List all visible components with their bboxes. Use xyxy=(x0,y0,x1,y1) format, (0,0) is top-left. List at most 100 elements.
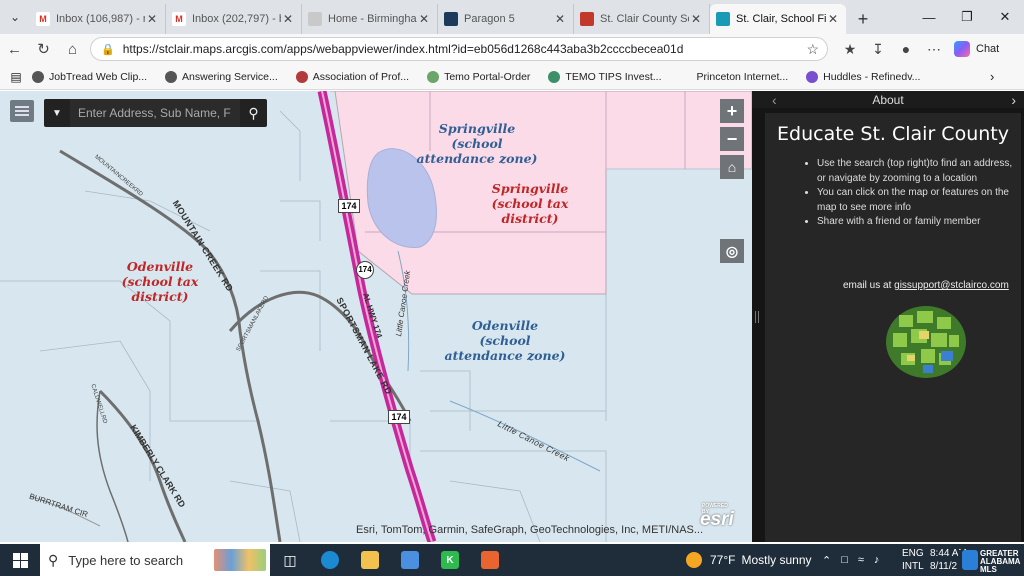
back-button[interactable]: ← xyxy=(0,34,29,64)
esri-logo[interactable]: POWERED BY esri xyxy=(700,503,734,531)
zoom-in-button[interactable]: + xyxy=(720,99,744,123)
k-app-icon[interactable]: K xyxy=(430,544,470,576)
browser-tab[interactable]: Home - Birmingham ✕ xyxy=(302,4,438,34)
tray-chevron-icon[interactable]: ⌃ xyxy=(822,554,831,567)
list-item: Use the search (top right)to find an add… xyxy=(817,157,1017,186)
volume-icon[interactable]: ♪ xyxy=(874,554,880,566)
favorite-star-icon[interactable]: ☆ xyxy=(806,41,819,58)
brand-line: MLS xyxy=(980,565,997,574)
bookmark-item[interactable]: Huddles - Refinedv... xyxy=(806,70,920,83)
browser-tab[interactable]: St. Clair County Scho✕ xyxy=(574,4,710,34)
bookmark-item[interactable]: Princeton Internet... xyxy=(679,70,788,83)
refresh-button[interactable]: ↻ xyxy=(29,34,58,64)
wifi-icon[interactable]: ≈ xyxy=(858,554,864,566)
bookmark-favicon-icon xyxy=(32,70,44,83)
browser-tab[interactable]: M Inbox (106,987) - rob✕ xyxy=(30,4,166,34)
list-item: You can click on the map or features on … xyxy=(817,186,1017,215)
home-extent-icon[interactable]: ⌂ xyxy=(720,155,744,179)
windows-taskbar: ⚲ Type here to search ◫ K 77°F Mostly su… xyxy=(0,544,1024,576)
browser-tab[interactable]: St. Clair, School Finde✕ xyxy=(710,4,846,34)
bookmark-favicon-icon xyxy=(679,70,692,83)
sun-icon xyxy=(686,552,702,568)
windows-logo-icon xyxy=(12,552,28,568)
downloads-icon[interactable]: ↧ xyxy=(864,41,892,58)
search-icon: ⚲ xyxy=(48,551,59,568)
zoom-out-button[interactable]: − xyxy=(720,127,744,151)
bookmark-label: Answering Service... xyxy=(182,70,278,83)
email-line: email us at gissupport@stclairco.com xyxy=(843,280,1009,291)
navigation-bar: ← ↻ ⌂ 🔒 https://stclair.maps.arcgis.com/… xyxy=(0,34,1024,64)
search-icon[interactable]: ⚲ xyxy=(240,99,267,127)
tab-title: Inbox (106,987) - rob xyxy=(56,13,145,25)
edge-browser-icon[interactable] xyxy=(310,544,350,576)
favorites-icon[interactable]: ★ xyxy=(836,41,864,58)
microsoft-store-icon[interactable] xyxy=(390,544,430,576)
lang-bottom: INTL xyxy=(902,561,924,572)
tab-favicon-icon xyxy=(308,12,322,26)
bookmark-item[interactable]: JobTread Web Clip... xyxy=(32,70,147,83)
file-explorer-icon[interactable] xyxy=(350,544,390,576)
close-tab-icon[interactable]: ✕ xyxy=(281,12,295,26)
esri-powered-label: POWERED BY xyxy=(702,503,728,515)
panel-prev-icon[interactable]: ‹ xyxy=(772,92,777,108)
taskbar-search[interactable]: ⚲ Type here to search xyxy=(40,544,270,576)
search-source-dropdown[interactable]: ▼ xyxy=(44,99,70,127)
tab-favicon-icon xyxy=(580,12,594,26)
profile-avatar[interactable]: ● xyxy=(892,41,920,57)
bookmarks-bar: ▤ JobTread Web Clip... Answering Service.… xyxy=(0,64,1024,90)
map-search-input[interactable] xyxy=(70,99,240,127)
start-button[interactable] xyxy=(0,544,40,576)
panel-resize-handle[interactable] xyxy=(755,311,759,323)
minimize-button[interactable]: — xyxy=(910,0,948,34)
bookmarks-overflow-icon[interactable]: › xyxy=(990,69,994,84)
tab-actions-menu-icon[interactable]: ⌄ xyxy=(0,0,30,34)
lock-icon[interactable]: 🔒 xyxy=(101,43,115,56)
taskbar-search-placeholder: Type here to search xyxy=(68,552,184,568)
bookmark-item[interactable]: Temo Portal-Order xyxy=(427,70,530,83)
bookmark-favicon-icon xyxy=(548,70,561,83)
language-indicator[interactable]: ENG INTL xyxy=(902,547,924,573)
hwy-shield: 174 xyxy=(356,261,374,279)
bookmark-item[interactable]: TEMO TIPS Invest... xyxy=(548,70,662,83)
globe-logo-icon xyxy=(886,306,966,378)
window-controls: — ❐ ✕ xyxy=(910,0,1024,34)
hwy-shield: 174 xyxy=(388,410,410,424)
bookmark-item[interactable]: Answering Service... xyxy=(165,70,278,83)
zone-label-line: (school xyxy=(479,333,531,348)
map-view[interactable]: 174 174 174 MOUNTAIN CREEK RD MOUNTAINCR… xyxy=(0,91,752,542)
map-search: ▼ ⚲ xyxy=(44,99,267,127)
restore-button[interactable]: ❐ xyxy=(948,0,986,34)
close-tab-icon[interactable]: ✕ xyxy=(689,12,703,26)
kimberly-clark-road xyxy=(98,389,187,542)
weather-temp: 77°F xyxy=(710,553,736,567)
copilot-chat-button[interactable]: Chat xyxy=(948,41,1005,57)
address-bar[interactable]: 🔒 https://stclair.maps.arcgis.com/apps/w… xyxy=(90,37,828,61)
office-app-icon[interactable] xyxy=(470,544,510,576)
home-button[interactable]: ⌂ xyxy=(58,34,87,64)
browser-tab[interactable]: Paragon 5 ✕ xyxy=(438,4,574,34)
browser-tab[interactable]: M Inbox (202,797) - bria✕ xyxy=(166,4,302,34)
layer-list-button[interactable] xyxy=(10,100,34,122)
close-window-button[interactable]: ✕ xyxy=(986,0,1024,34)
my-location-icon[interactable]: ◎ xyxy=(720,239,744,263)
tab-title: Inbox (202,797) - bria xyxy=(192,13,281,25)
email-link[interactable]: gissupport@stclairco.com xyxy=(894,280,1009,291)
more-menu-icon[interactable]: ⋯ xyxy=(920,41,948,58)
weather-widget[interactable]: 77°F Mostly sunny xyxy=(686,544,812,576)
close-tab-icon[interactable]: ✕ xyxy=(417,12,431,26)
close-tab-icon[interactable]: ✕ xyxy=(553,12,567,26)
task-view-icon[interactable]: ◫ xyxy=(270,544,310,576)
panel-next-icon[interactable]: › xyxy=(1011,92,1016,108)
bookmarks-menu-icon[interactable]: ▤ xyxy=(0,70,32,84)
close-tab-icon[interactable]: ✕ xyxy=(145,12,159,26)
zone-label-line: (school tax xyxy=(491,196,569,211)
zone-label-line: Springville xyxy=(491,181,569,196)
close-tab-icon[interactable]: ✕ xyxy=(826,12,840,26)
tray-device-icon[interactable]: □ xyxy=(841,554,848,566)
panel-header-title: About xyxy=(872,92,904,107)
tab-strip: ⌄ MInbox (106,987) - rob✕MInbox (202,797… xyxy=(0,0,1024,34)
new-tab-button[interactable]: + xyxy=(846,4,880,34)
panel-header: ‹ About › xyxy=(752,91,1024,108)
bookmark-favicon-icon xyxy=(165,70,178,83)
bookmark-item[interactable]: Association of Prof... xyxy=(295,70,409,83)
